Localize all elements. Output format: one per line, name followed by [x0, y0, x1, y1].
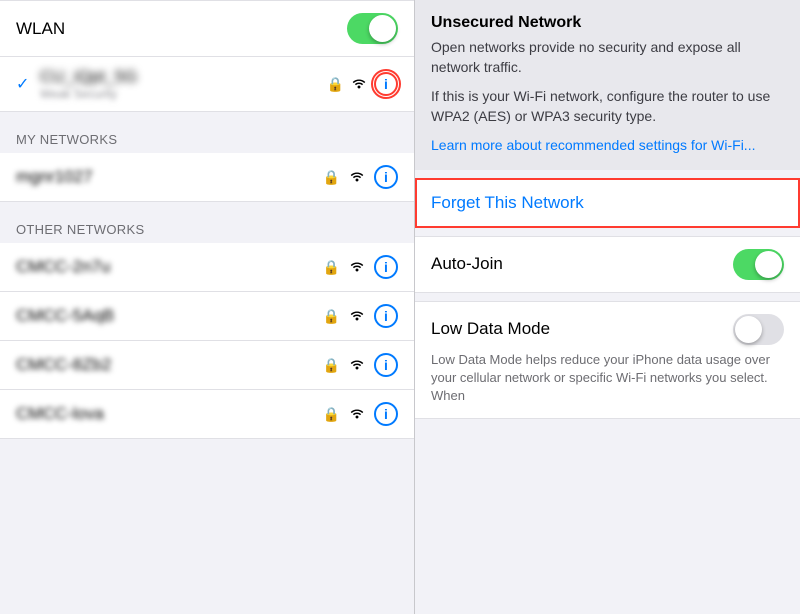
low-data-description: Low Data Mode helps reduce your iPhone d…: [431, 351, 784, 406]
auto-join-toggle[interactable]: [733, 249, 784, 280]
unsecured-info-box: Unsecured Network Open networks provide …: [415, 0, 800, 170]
other-wifi-3: [348, 405, 366, 424]
other-info-1[interactable]: i: [374, 304, 398, 328]
other-lock-3: 🔒: [323, 406, 340, 423]
other-lock-1: 🔒: [323, 308, 340, 325]
my-network-lock-0: 🔒: [323, 169, 340, 186]
info-icon: i: [384, 259, 388, 275]
connected-network-icons: 🔒 i: [327, 72, 398, 96]
other-network-name-0: CMCC-2n7u: [16, 257, 315, 277]
connected-network-row[interactable]: ✓ CU_iQpt_5G Weak Security 🔒 i: [0, 57, 414, 112]
low-data-section: Low Data Mode Low Data Mode helps reduce…: [415, 301, 800, 419]
other-network-item-2[interactable]: CMCC-8Zb2 🔒 i: [0, 341, 414, 390]
learn-more-link[interactable]: Learn more about recommended settings fo…: [431, 137, 755, 153]
low-data-label: Low Data Mode: [431, 319, 733, 339]
other-network-name-2: CMCC-8Zb2: [16, 355, 315, 375]
wifi-right-panel: Unsecured Network Open networks provide …: [415, 0, 800, 614]
other-lock-2: 🔒: [323, 357, 340, 374]
low-data-toggle[interactable]: [733, 314, 784, 345]
other-info-3[interactable]: i: [374, 402, 398, 426]
other-network-item-0[interactable]: CMCC-2n7u 🔒 i: [0, 243, 414, 292]
my-network-wifi-0: [348, 168, 366, 187]
unsecured-text-1: Open networks provide no security and ex…: [431, 38, 784, 77]
low-data-row: Low Data Mode: [431, 314, 784, 345]
wifi-signal-icon: [350, 75, 368, 94]
connected-network-info: CU_iQpt_5G Weak Security: [40, 67, 327, 101]
auto-join-row: Auto-Join: [415, 236, 800, 293]
my-networks-header: MY NETWORKS: [0, 112, 414, 153]
other-network-item-3[interactable]: CMCC-lova 🔒 i: [0, 390, 414, 439]
info-icon: i: [384, 406, 388, 422]
info-icon: i: [384, 76, 388, 92]
other-info-2[interactable]: i: [374, 353, 398, 377]
auto-join-label: Auto-Join: [431, 254, 733, 274]
other-network-item-1[interactable]: CMCC-5AqB 🔒 i: [0, 292, 414, 341]
wifi-left-panel: WLAN ✓ CU_iQpt_5G Weak Security 🔒 i MY N…: [0, 0, 415, 614]
other-network-name-1: CMCC-5AqB: [16, 306, 315, 326]
other-networks-header: OTHER NETWORKS: [0, 202, 414, 243]
connected-network-info-button[interactable]: i: [374, 72, 398, 96]
connected-network-name: CU_iQpt_5G: [40, 67, 327, 87]
other-wifi-0: [348, 258, 366, 277]
other-info-0[interactable]: i: [374, 255, 398, 279]
forget-network-section: Forget This Network: [415, 178, 800, 228]
unsecured-title: Unsecured Network: [431, 14, 784, 32]
other-lock-0: 🔒: [323, 259, 340, 276]
wlan-row: WLAN: [0, 0, 414, 57]
other-wifi-1: [348, 307, 366, 326]
forget-network-button[interactable]: Forget This Network: [431, 193, 584, 213]
lock-icon: 🔒: [327, 76, 344, 93]
connected-checkmark: ✓: [16, 74, 32, 94]
other-network-name-3: CMCC-lova: [16, 404, 315, 424]
other-wifi-2: [348, 356, 366, 375]
info-icon: i: [384, 169, 388, 185]
wlan-toggle[interactable]: [347, 13, 398, 44]
my-network-name-0: mgnr1027: [16, 167, 315, 187]
info-icon: i: [384, 357, 388, 373]
info-icon: i: [384, 308, 388, 324]
connected-network-sub: Weak Security: [40, 87, 327, 101]
wlan-label: WLAN: [16, 19, 347, 39]
my-network-info-0[interactable]: i: [374, 165, 398, 189]
unsecured-text-2: If this is your Wi-Fi network, configure…: [431, 87, 784, 126]
my-network-item-0[interactable]: mgnr1027 🔒 i: [0, 153, 414, 202]
